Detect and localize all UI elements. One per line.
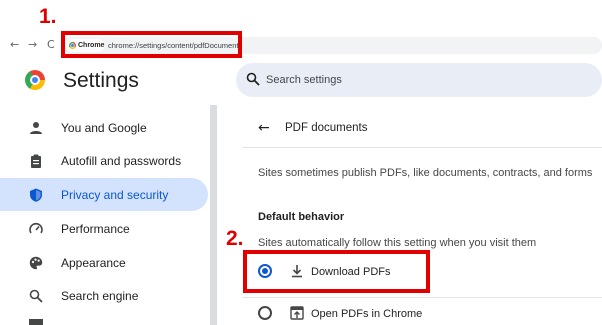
- partial-icon: [29, 319, 43, 325]
- person-icon: [30, 122, 42, 134]
- page-title: Settings: [63, 69, 139, 92]
- clipboard-icon: [31, 154, 41, 168]
- sidebar-item-search-engine[interactable]: Search engine: [0, 279, 208, 312]
- sidebar-item-appearance[interactable]: Appearance: [0, 246, 208, 279]
- annotation-label-1: 1.: [39, 5, 57, 28]
- section-subtitle: Sites automatically follow this setting …: [258, 237, 537, 249]
- speedometer-icon: [29, 222, 43, 234]
- subpage-title: PDF documents: [285, 122, 368, 134]
- annotation-label-2: 2.: [226, 227, 244, 250]
- search-icon: [29, 289, 43, 303]
- section-title: Default behavior: [258, 211, 345, 223]
- divider: [242, 297, 602, 298]
- sidebar-item-performance[interactable]: Performance: [0, 212, 208, 245]
- palette-icon: [29, 256, 43, 270]
- description-text: Sites sometimes publish PDFs, like docum…: [258, 167, 593, 179]
- sidebar-item-label: Performance: [61, 222, 130, 236]
- divider: [242, 147, 602, 148]
- forward-button[interactable]: →: [28, 38, 37, 52]
- shield-icon: [30, 188, 42, 202]
- open-pdfs-in-chrome-radio[interactable]: [258, 306, 272, 320]
- search-icon[interactable]: [246, 72, 260, 86]
- open-in-browser-icon: [290, 306, 304, 320]
- sidebar-item-partial[interactable]: [0, 316, 208, 325]
- sidebar-item-autofill[interactable]: Autofill and passwords: [0, 144, 208, 177]
- sidebar-item-label: Autofill and passwords: [61, 154, 182, 168]
- search-input[interactable]: Search settings: [266, 74, 342, 87]
- annotation-box-1: [61, 31, 242, 58]
- open-pdfs-in-chrome-label[interactable]: Open PDFs in Chrome: [311, 308, 422, 321]
- sidebar-item-label: Search engine: [61, 289, 139, 303]
- sidebar-item-label: Appearance: [61, 256, 126, 270]
- annotation-box-2: [243, 250, 430, 293]
- chrome-logo-icon: [25, 70, 45, 90]
- sidebar-item-label: You and Google: [61, 121, 147, 135]
- sidebar-scrollbar[interactable]: [210, 105, 217, 325]
- sidebar-item-privacy-and-security[interactable]: Privacy and security: [0, 178, 208, 211]
- back-button[interactable]: ←: [10, 38, 19, 52]
- reload-button[interactable]: C: [47, 38, 55, 52]
- sidebar-item-label: Privacy and security: [61, 188, 169, 202]
- back-arrow-icon[interactable]: ←: [258, 121, 270, 135]
- sidebar-item-you-and-google[interactable]: You and Google: [0, 111, 208, 144]
